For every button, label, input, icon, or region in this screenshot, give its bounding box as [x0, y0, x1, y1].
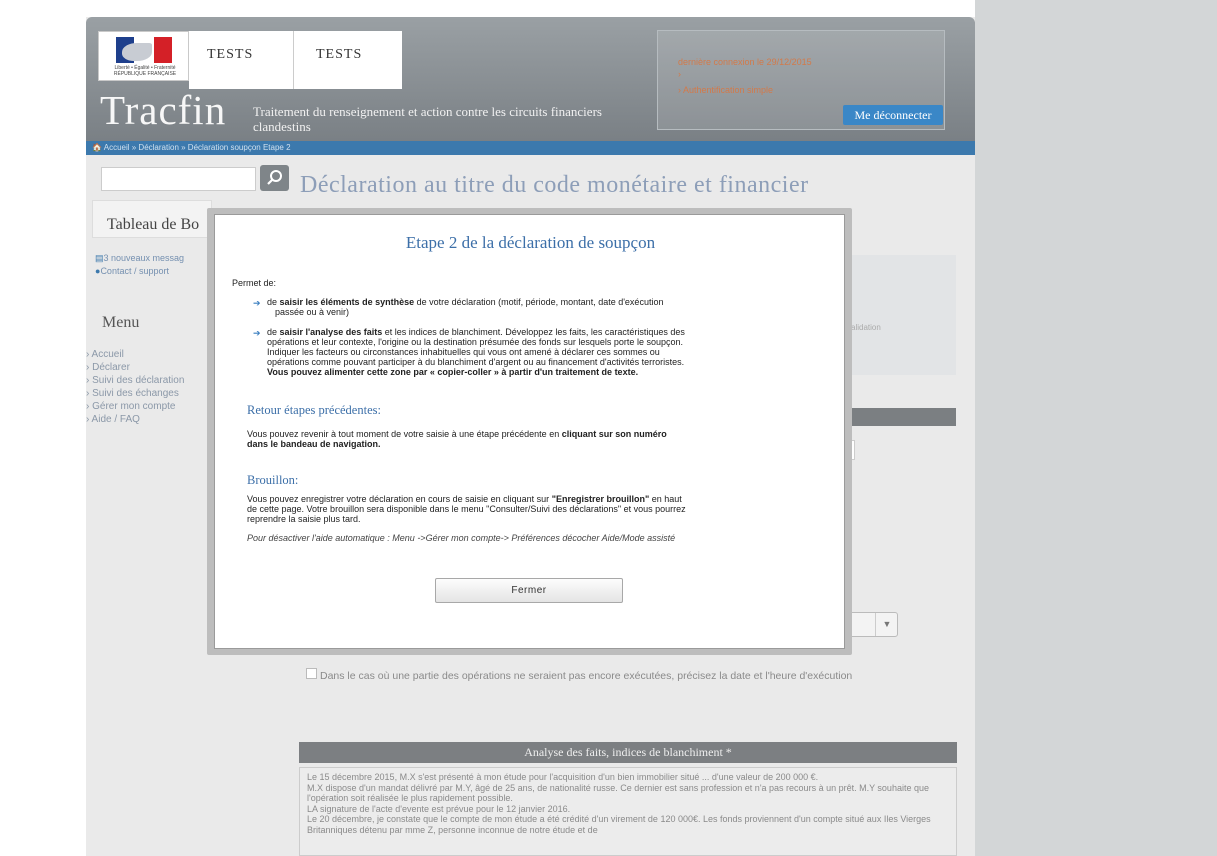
- bullet-analyse-line: Vous pouvez alimenter cette zone par « c…: [267, 367, 639, 377]
- messages-link[interactable]: ▤3 nouveaux messag: [95, 253, 184, 264]
- tests-label-1: TESTS: [189, 31, 294, 89]
- bullet-analyse-line: opérations et leur contexte, l'origine o…: [267, 337, 683, 347]
- step-panel-text: validation: [847, 323, 881, 332]
- analysis-textarea[interactable]: Le 15 décembre 2015, M.X s'est présenté …: [299, 767, 957, 856]
- last-login-text: dernière connexion le 29/12/2015: [678, 57, 812, 67]
- auth-mode-text: › Authentification simple: [678, 85, 774, 95]
- bullet-analyse-line: Indiquer les facteurs ou circonstances i…: [267, 347, 660, 357]
- retour-text-cont: dans le bandeau de navigation.: [247, 439, 381, 449]
- breadcrumb[interactable]: 🏠 Accueil » Déclaration » Déclaration so…: [92, 143, 291, 152]
- search-input[interactable]: [101, 167, 256, 191]
- pending-operations-label: Dans le cas où une partie des opérations…: [320, 670, 853, 682]
- section-header-bar: [847, 408, 956, 426]
- brouillon-text: Vous pouvez enregistrer votre déclaratio…: [247, 494, 682, 504]
- page-margin: [975, 0, 1217, 856]
- analysis-line: Le 15 décembre 2015, M.X s'est présenté …: [307, 772, 819, 782]
- bullet-synthese-cont: passée ou à venir): [275, 307, 350, 317]
- contact-link[interactable]: ●Contact / support: [95, 266, 169, 276]
- bullet-analyse: de saisir l'analyse des faits et les ind…: [267, 327, 685, 337]
- republic-logo: Liberté • Égalité • Fraternité RÉPUBLIQU…: [98, 31, 189, 81]
- republic-motto: Liberté • Égalité • Fraternité RÉPUBLIQU…: [113, 65, 177, 77]
- bullet-analyse-line: opérations comme pouvant participer à du…: [267, 357, 685, 367]
- search-button[interactable]: [260, 165, 289, 191]
- logout-button[interactable]: Me déconnecter: [843, 105, 943, 125]
- menu-item-gerer-compte[interactable]: › Gérer mon compte: [86, 401, 175, 412]
- menu-item-accueil[interactable]: › Accueil: [86, 349, 124, 360]
- chevron-down-icon: ▼: [875, 613, 898, 636]
- close-button[interactable]: Fermer: [435, 578, 623, 603]
- step-panel: [847, 255, 956, 375]
- menu-item-declarer[interactable]: › Déclarer: [86, 362, 130, 373]
- form-select[interactable]: ▼: [845, 612, 898, 637]
- brouillon-text-line: de cette page. Votre brouillon sera disp…: [247, 504, 686, 514]
- brouillon-text-line: reprendre la saisie plus tard.: [247, 514, 361, 524]
- brouillon-title: Brouillon:: [247, 473, 299, 487]
- modal-intro: Permet de:: [232, 278, 277, 288]
- menu-title: Menu: [102, 314, 140, 331]
- menu-item-aide[interactable]: › Aide / FAQ: [86, 414, 140, 425]
- brand-name: Tracfin: [100, 87, 227, 133]
- analysis-line: LA signature de l'acte d'evente est prév…: [307, 803, 571, 814]
- menu-item-suivi-declarations[interactable]: › Suivi des déclaration: [86, 375, 184, 386]
- marianne-flag-icon: [116, 37, 172, 63]
- menu-item-suivi-echanges[interactable]: › Suivi des échanges: [86, 388, 179, 399]
- message-icon: ▤: [95, 253, 104, 263]
- retour-title: Retour étapes précédentes:: [247, 403, 381, 417]
- modal-title: Etape 2 de la déclaration de soupçon: [405, 233, 656, 252]
- help-disable-note: Pour désactiver l'aide automatique : Men…: [247, 533, 676, 543]
- analysis-line: M.X dispose d'un mandat délivré par M.Y,…: [307, 782, 929, 804]
- analysis-section-title: Analyse des faits, indices de blanchimen…: [299, 742, 957, 763]
- arrow-right-icon: ➔: [253, 328, 261, 338]
- page-title: Déclaration au titre du code monétaire e…: [300, 172, 809, 198]
- brand-tagline: Traitement du renseignement et action co…: [253, 104, 602, 134]
- retour-text: Vous pouvez revenir à tout moment de vot…: [247, 429, 667, 439]
- search-icon: [267, 170, 282, 185]
- tests-label-2: TESTS: [294, 31, 402, 89]
- bullet-synthese: de saisir les éléments de synthèse de vo…: [267, 297, 664, 307]
- dashboard-title: Tableau de Bo: [92, 200, 212, 238]
- analysis-line: Le 20 décembre, je constate que le compt…: [307, 814, 931, 835]
- help-modal: Etape 2 de la déclaration de soupçon Per…: [214, 214, 845, 649]
- arrow-right-icon: ➔: [253, 298, 261, 308]
- session-separator: ›: [678, 69, 681, 79]
- pending-operations-checkbox[interactable]: [306, 668, 317, 679]
